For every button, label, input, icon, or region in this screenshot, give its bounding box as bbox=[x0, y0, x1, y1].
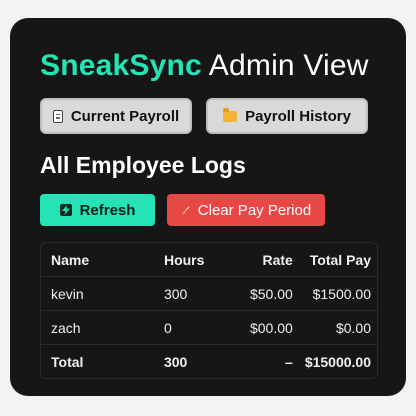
current-payroll-label: Current Payroll bbox=[70, 107, 180, 125]
payroll-history-label: Payroll History bbox=[245, 107, 351, 125]
cell-total-pay: $1500.00 bbox=[298, 276, 377, 311]
employee-logs-table: Name Hours Rate Total Pay kevin 300 $50.… bbox=[40, 242, 378, 379]
title-suffix: Admin View bbox=[201, 49, 369, 82]
table-total-row: Total 300 – $15000.00 bbox=[41, 345, 377, 379]
cell-name: zach bbox=[41, 310, 158, 345]
column-header-hours: Hours bbox=[157, 243, 225, 277]
cell-rate: $00.00 bbox=[224, 310, 299, 345]
cell-hours: 0 bbox=[157, 310, 225, 345]
section-title: All Employee Logs bbox=[40, 152, 246, 178]
cell-total-pay: $0.00 bbox=[298, 310, 377, 345]
column-header-rate: Rate bbox=[224, 243, 299, 277]
clear-pay-period-button[interactable]: Clear Pay Period bbox=[167, 194, 325, 226]
brand-name: SneakSync bbox=[40, 49, 202, 82]
current-payroll-button[interactable]: Current Payroll bbox=[40, 98, 192, 134]
total-rate: – bbox=[285, 353, 293, 370]
total-hours: 300 bbox=[163, 353, 188, 370]
document-icon bbox=[52, 109, 63, 123]
folder-icon bbox=[223, 107, 238, 122]
broom-icon bbox=[181, 205, 190, 214]
cell-rate: $50.00 bbox=[224, 276, 299, 311]
total-pay: $15000.00 bbox=[304, 353, 371, 370]
clear-pay-period-label: Clear Pay Period bbox=[197, 201, 312, 219]
page-title: SneakSync Admin View bbox=[40, 48, 376, 84]
cell-hours: 300 bbox=[157, 276, 225, 311]
total-label: Total bbox=[51, 353, 84, 370]
payroll-tabs: Current Payroll Payroll History bbox=[40, 98, 368, 134]
lightning-icon bbox=[59, 204, 72, 216]
action-buttons: Refresh Clear Pay Period bbox=[40, 194, 325, 226]
table-header-row: Name Hours Rate Total Pay bbox=[41, 243, 377, 277]
refresh-label: Refresh bbox=[79, 201, 136, 219]
column-header-name: Name bbox=[41, 243, 158, 277]
cell-name: kevin bbox=[41, 276, 158, 311]
column-header-total-pay: Total Pay bbox=[298, 243, 377, 277]
table-row: zach 0 $00.00 $0.00 bbox=[41, 310, 377, 345]
payroll-history-button[interactable]: Payroll History bbox=[206, 98, 368, 134]
refresh-button[interactable]: Refresh bbox=[40, 194, 155, 226]
table-row: kevin 300 $50.00 $1500.00 bbox=[41, 276, 377, 311]
